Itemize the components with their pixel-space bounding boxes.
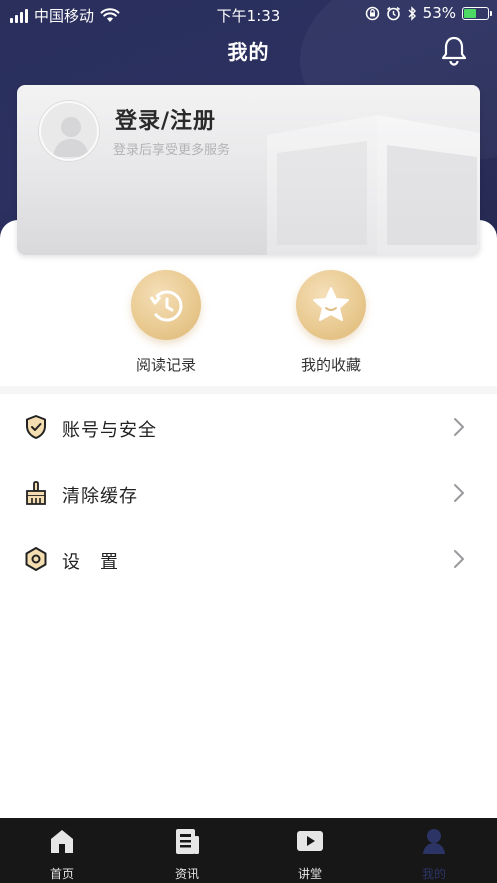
tab-lectures-label: 讲堂	[297, 867, 322, 881]
reading-history-button[interactable]: 阅读记录	[96, 270, 236, 375]
avatar[interactable]	[39, 101, 99, 161]
star-icon	[296, 270, 366, 340]
menu-label-account-security: 账号与安全	[62, 420, 157, 441]
chevron-right-icon	[454, 484, 464, 502]
status-bar: 中国移动 下午1:33 53%	[0, 0, 497, 28]
login-card[interactable]: 登录/注册 登录后享受更多服务	[17, 85, 480, 255]
menu-item-clear-cache[interactable]: 清除缓存	[0, 460, 497, 526]
alarm-icon	[386, 6, 400, 20]
play-icon	[297, 831, 323, 851]
my-favorites-label: 我的收藏	[300, 356, 361, 374]
reading-history-label: 阅读记录	[135, 356, 196, 374]
menu-item-settings[interactable]: 设 置	[0, 526, 497, 592]
home-icon	[51, 830, 73, 853]
bottom-tab-bar: 首页 资讯 讲堂 我的	[0, 818, 497, 883]
tab-home[interactable]: 首页	[17, 826, 107, 882]
battery-icon	[462, 6, 492, 20]
lock-rotation-icon	[365, 6, 379, 20]
notification-bell-icon[interactable]	[438, 34, 470, 66]
battery-level	[464, 8, 477, 18]
login-register-link[interactable]: 登录/注册	[115, 103, 216, 135]
broom-icon	[26, 481, 46, 505]
my-favorites-button[interactable]: 我的收藏	[261, 270, 401, 375]
chevron-right-icon	[454, 550, 464, 568]
chevron-right-icon	[454, 418, 464, 436]
battery-percent: 53%	[422, 4, 456, 22]
login-subtitle: 登录后享受更多服务	[113, 143, 231, 158]
menu-label-clear-cache: 清除缓存	[62, 486, 138, 507]
tab-home-label: 首页	[49, 867, 74, 881]
history-icon	[131, 270, 201, 340]
user-icon	[423, 829, 445, 854]
status-right: 53%	[365, 4, 492, 22]
tab-mine[interactable]: 我的	[389, 826, 479, 882]
news-icon	[176, 829, 199, 854]
menu-label-settings: 设 置	[62, 552, 119, 573]
shield-check-icon	[26, 415, 46, 439]
bluetooth-icon	[408, 5, 416, 21]
section-divider	[0, 386, 497, 394]
tab-news[interactable]: 资讯	[142, 826, 232, 882]
menu-item-account-security[interactable]: 账号与安全	[0, 394, 497, 460]
page-title: 我的	[227, 40, 270, 64]
hexagon-settings-icon	[25, 547, 47, 571]
tab-mine-label: 我的	[421, 867, 446, 881]
tab-news-label: 资讯	[174, 867, 199, 881]
tab-lectures[interactable]: 讲堂	[265, 826, 355, 882]
book-decoration	[267, 115, 480, 255]
